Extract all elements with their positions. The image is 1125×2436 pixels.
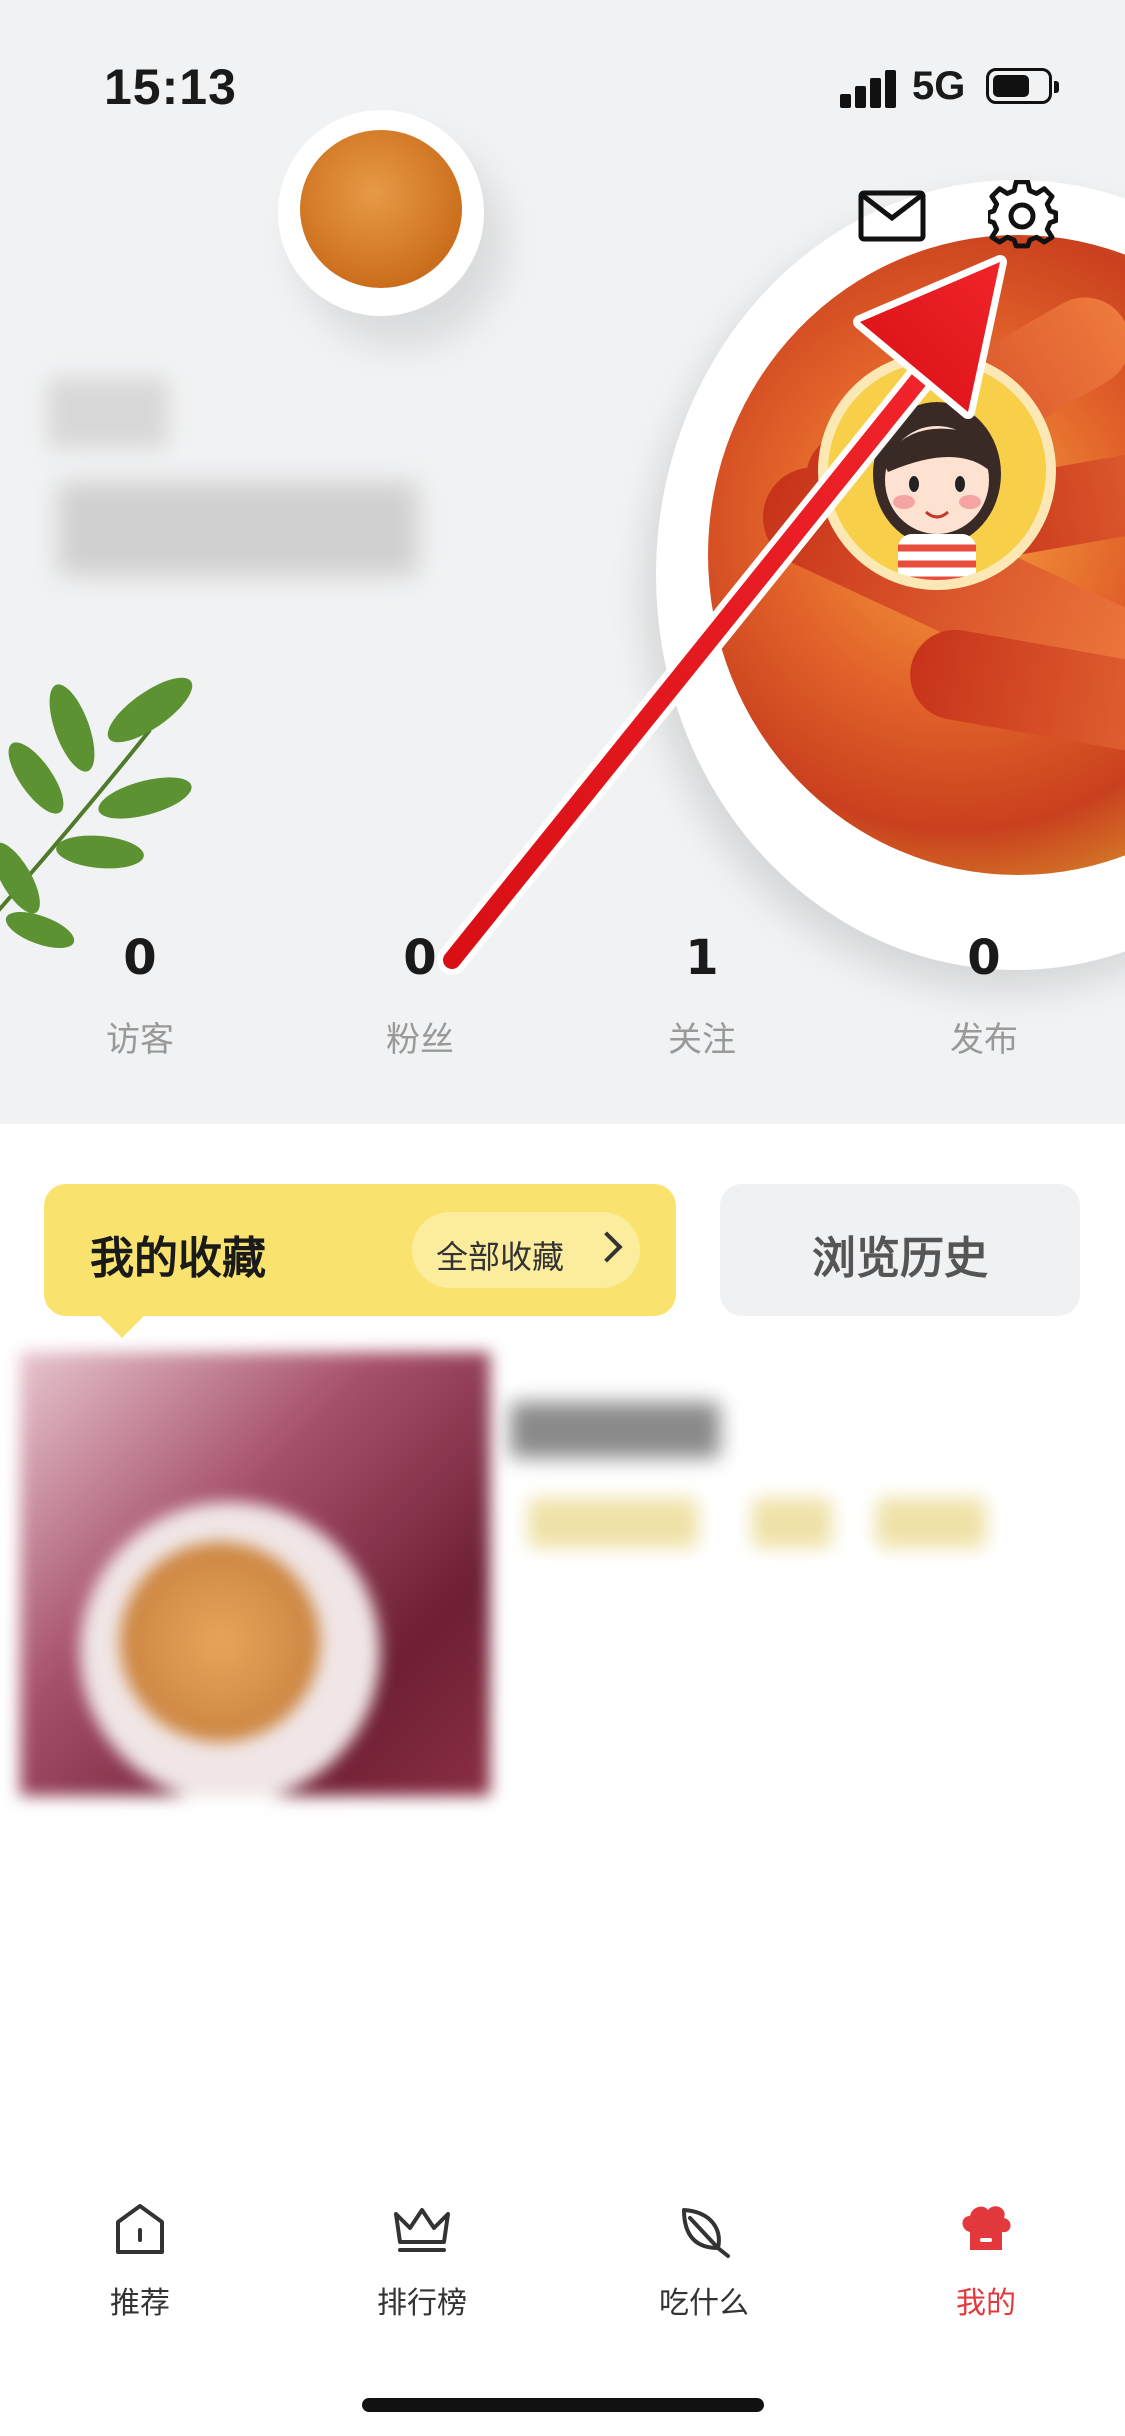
user-name-blurred: [58, 482, 418, 576]
favorites-title: 我的收藏: [90, 1233, 266, 1284]
recipe-tag-blurred: [528, 1498, 698, 1548]
recipe-title-blurred: [510, 1402, 720, 1458]
tab-recommend[interactable]: 推荐: [40, 2196, 240, 2322]
all-favorites-label: 全部收藏: [436, 1238, 565, 1276]
chevron-right-icon: [591, 1231, 623, 1263]
profile-header: 15:13 5G 0 访客 0 粉丝 1 关注 0 发布: [0, 0, 1125, 1124]
stat-label: 访客: [106, 1020, 174, 1060]
crown-icon: [394, 2208, 450, 2252]
leaves-image: [0, 677, 193, 949]
greeting-text-blurred: [48, 378, 168, 448]
stat-label: 关注: [668, 1020, 736, 1060]
status-bar: 15:13 5G: [0, 0, 1125, 150]
avatar[interactable]: [818, 352, 1056, 590]
stat-label: 发布: [950, 1020, 1018, 1060]
stat-value: 1: [685, 930, 719, 986]
status-time: 15:13: [104, 59, 237, 115]
recipe-tag-blurred: [752, 1498, 832, 1548]
stat-fans[interactable]: 0 粉丝: [300, 926, 540, 1061]
stat-value: 0: [123, 930, 157, 986]
favorite-recipe-item[interactable]: [0, 1352, 1125, 1802]
tab-browse-history[interactable]: 浏览历史: [720, 1184, 1080, 1316]
tab-ranking[interactable]: 排行榜: [322, 2196, 522, 2322]
home-icon: [116, 2204, 164, 2254]
all-favorites-button[interactable]: 全部收藏: [412, 1212, 640, 1288]
tea-cup-image: [278, 110, 484, 316]
tab-my-favorites[interactable]: 我的收藏 全部收藏: [44, 1184, 676, 1338]
tab-label: 我的: [956, 2286, 1016, 2321]
network-type: 5G: [912, 64, 966, 108]
chef-hat-icon: [962, 2206, 1011, 2250]
signal-icon: [840, 68, 900, 108]
tab-mine[interactable]: 我的: [886, 2196, 1086, 2322]
recipe-tag-blurred: [876, 1498, 986, 1548]
leaf-icon: [682, 2208, 730, 2258]
recipe-thumbnail-blurred: [20, 1352, 490, 1796]
stat-value: 0: [403, 930, 437, 986]
stat-following[interactable]: 1 关注: [582, 926, 822, 1061]
stat-value: 0: [967, 930, 1001, 986]
collection-tabs: 我的收藏 全部收藏 浏览历史: [0, 1184, 1125, 1344]
tab-what-to-eat[interactable]: 吃什么: [604, 2196, 804, 2322]
home-indicator[interactable]: [362, 2398, 764, 2412]
tab-label: 推荐: [110, 2286, 170, 2321]
bottom-tab-bar: 推荐 排行榜 吃什么 我的: [0, 2196, 1125, 2356]
history-label: 浏览历史: [812, 1233, 988, 1284]
stat-posts[interactable]: 0 发布: [864, 926, 1104, 1061]
mail-icon[interactable]: [858, 190, 926, 242]
gear-icon[interactable]: [988, 180, 1058, 250]
tab-label: 排行榜: [377, 2286, 467, 2321]
stat-label: 粉丝: [386, 1020, 454, 1060]
profile-stats: 0 访客 0 粉丝 1 关注 0 发布: [0, 926, 1125, 1086]
tab-label: 吃什么: [659, 2286, 749, 2321]
stat-visitors[interactable]: 0 访客: [20, 926, 260, 1061]
battery-icon: [986, 68, 1059, 104]
